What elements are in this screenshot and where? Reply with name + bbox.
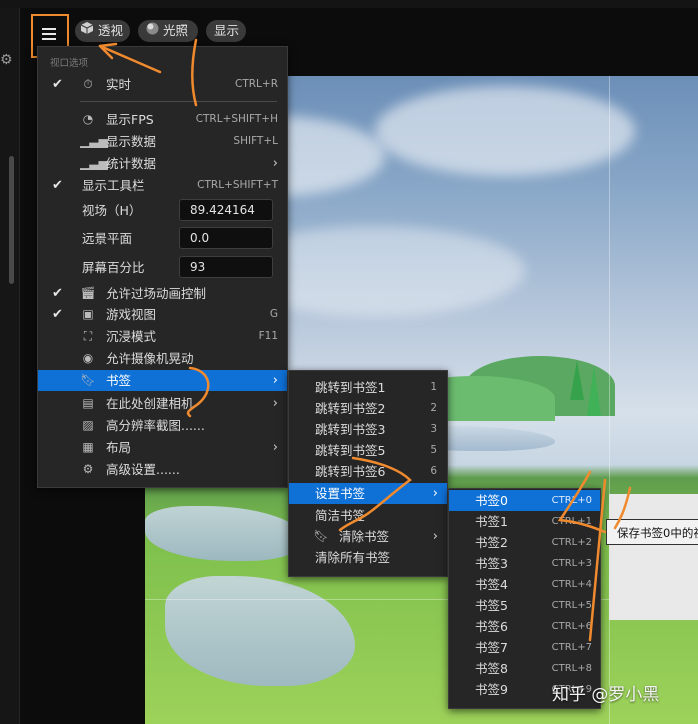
menu-item-show-fps[interactable]: ◔ 显示FPS CTRL+SHIFT+H: [38, 109, 287, 130]
chevron-right-icon: ›: [272, 156, 278, 171]
menu-item-jump-bookmark-2[interactable]: 跳转到书签2 2: [289, 398, 447, 419]
show-button[interactable]: 显示: [206, 20, 246, 42]
show-label: 显示: [214, 23, 240, 38]
tree: [587, 366, 601, 416]
hamburger-icon: [42, 28, 56, 42]
menu-item-show-stats[interactable]: ▁▃▅ 显示数据 SHIFT+L: [38, 131, 287, 152]
gear-icon: ⚙: [82, 462, 94, 476]
watermark: 知乎 @罗小黑: [552, 685, 660, 705]
perspective-button[interactable]: 透视: [75, 20, 130, 42]
left-panel: ⚙: [0, 8, 20, 724]
menu-item-bookmarks[interactable]: 🔖︎ 书签 ›: [38, 370, 287, 391]
menu-item-bookmark-6[interactable]: 书签6 CTRL+6: [449, 616, 600, 637]
menu-item-bookmark-0[interactable]: 书签0 CTRL+0: [449, 490, 600, 511]
menu-item-high-res-screenshot[interactable]: ▨ 高分辨率截图......: [38, 415, 287, 436]
field-row-screen-percentage: 屏幕百分比 93: [38, 256, 287, 278]
screen-percentage-input[interactable]: 93: [179, 256, 273, 278]
chevron-right-icon: ›: [432, 486, 438, 501]
menu-item-set-bookmark[interactable]: 设置书签 ›: [289, 483, 447, 504]
chevron-right-icon: ›: [272, 373, 278, 388]
tooltip: 保存书签0中的视: [606, 519, 698, 545]
menu-item-bookmark-1[interactable]: 书签1 CTRL+1: [449, 511, 600, 532]
menu-item-jump-bookmark-5[interactable]: 跳转到书签5 5: [289, 440, 447, 461]
perspective-label: 透视: [98, 23, 124, 38]
bookmark-icon: 🔖︎: [80, 373, 96, 387]
menu-item-immersive-mode[interactable]: ⛶ 沉浸模式 F11: [38, 326, 287, 347]
river: [165, 576, 355, 686]
bar-chart-icon: ▁▃▅: [80, 134, 108, 148]
lighting-button[interactable]: 光照: [138, 20, 198, 42]
cube-icon: [80, 20, 94, 42]
menu-section-title: 视口选项: [50, 58, 89, 69]
white-block: [609, 494, 698, 620]
check-icon: ✔: [52, 77, 63, 92]
bookmark-icon: 🔖︎: [313, 529, 329, 543]
chevron-right-icon: ›: [272, 440, 278, 455]
viewport-options-menu: 视口选项 ✔ ⏱ 实时 CTRL+R ◔ 显示FPS CTRL+SHIFT+H …: [37, 46, 288, 488]
menu-item-bookmark-4[interactable]: 书签4 CTRL+4: [449, 574, 600, 595]
check-icon: ✔: [52, 178, 63, 193]
layout-icon: ▦: [82, 440, 94, 454]
image-icon: ▣: [82, 307, 94, 321]
tree: [570, 360, 584, 400]
menu-item-bookmark-2[interactable]: 书签2 CTRL+2: [449, 532, 600, 553]
cloud: [375, 86, 635, 176]
set-bookmark-submenu: 书签0 CTRL+0 书签1 CTRL+1 书签2 CTRL+2 书签3 CTR…: [448, 488, 601, 709]
menu-item-allow-cinematic-control[interactable]: ✔ 🎬︎ 允许过场动画控制: [38, 283, 287, 304]
camera-shake-icon: ◉: [82, 351, 94, 365]
screenshot-icon: ▨: [82, 418, 94, 432]
menu-item-layout[interactable]: ▦ 布局 ›: [38, 437, 287, 458]
menu-item-advanced-settings[interactable]: ⚙ 高级设置......: [38, 459, 287, 480]
guide-line-vertical: [609, 76, 610, 724]
top-strip: [0, 0, 698, 8]
menu-item-statistics[interactable]: ▁▃▅ 统计数据 ›: [38, 153, 287, 174]
lighting-label: 光照: [163, 23, 189, 38]
gauge-icon: ◔: [82, 112, 94, 126]
fov-input[interactable]: 89.424164: [179, 199, 273, 221]
menu-item-realtime[interactable]: ✔ ⏱ 实时 CTRL+R: [38, 74, 287, 95]
check-icon: ✔: [52, 286, 63, 301]
chevron-right-icon: ›: [432, 529, 438, 544]
bookmarks-submenu: 跳转到书签1 1 跳转到书签2 2 跳转到书签3 3 跳转到书签5 5 跳转到书…: [288, 370, 448, 577]
menu-item-jump-bookmark-1[interactable]: 跳转到书签1 1: [289, 377, 447, 398]
menu-item-bookmark-3[interactable]: 书签3 CTRL+3: [449, 553, 600, 574]
fullscreen-icon: ⛶: [83, 329, 93, 343]
chevron-right-icon: ›: [272, 396, 278, 411]
menu-item-clear-all-bookmarks[interactable]: 清除所有书签: [289, 547, 447, 568]
sphere-icon: [146, 20, 159, 42]
menu-item-jump-bookmark-3[interactable]: 跳转到书签3 3: [289, 419, 447, 440]
clapperboard-icon: 🎬︎: [80, 286, 96, 300]
menu-item-allow-camera-shake[interactable]: ◉ 允许摄像机晃动: [38, 348, 287, 369]
field-row-far-plane: 远景平面 0.0: [38, 227, 287, 249]
menu-item-create-camera-here[interactable]: ▤ 在此处创建相机 ›: [38, 393, 287, 414]
far-plane-input[interactable]: 0.0: [179, 227, 273, 249]
menu-item-clear-bookmark[interactable]: 🔖︎ 清除书签 ›: [289, 526, 447, 547]
left-panel-scrollbar[interactable]: [9, 156, 14, 284]
bar-chart-icon: ▁▃▅: [80, 156, 108, 170]
menu-item-bookmark-5[interactable]: 书签5 CTRL+5: [449, 595, 600, 616]
menu-item-bookmark-8[interactable]: 书签8 CTRL+8: [449, 658, 600, 679]
menu-item-compact-bookmarks[interactable]: 简洁书签: [289, 505, 447, 526]
menu-divider: [80, 101, 277, 102]
gear-icon[interactable]: ⚙: [0, 52, 14, 70]
stopwatch-icon: ⏱: [83, 77, 93, 91]
menu-item-jump-bookmark-6[interactable]: 跳转到书签6 6: [289, 461, 447, 482]
menu-item-show-toolbar[interactable]: ✔ 显示工具栏 CTRL+SHIFT+T: [38, 175, 287, 196]
menu-item-game-view[interactable]: ✔ ▣ 游戏视图 G: [38, 304, 287, 325]
field-row-fov: 视场（H） 89.424164: [38, 199, 287, 221]
menu-item-bookmark-7[interactable]: 书签7 CTRL+7: [449, 637, 600, 658]
river: [145, 506, 305, 561]
check-icon: ✔: [52, 307, 63, 322]
camera-icon: ▤: [82, 396, 94, 410]
